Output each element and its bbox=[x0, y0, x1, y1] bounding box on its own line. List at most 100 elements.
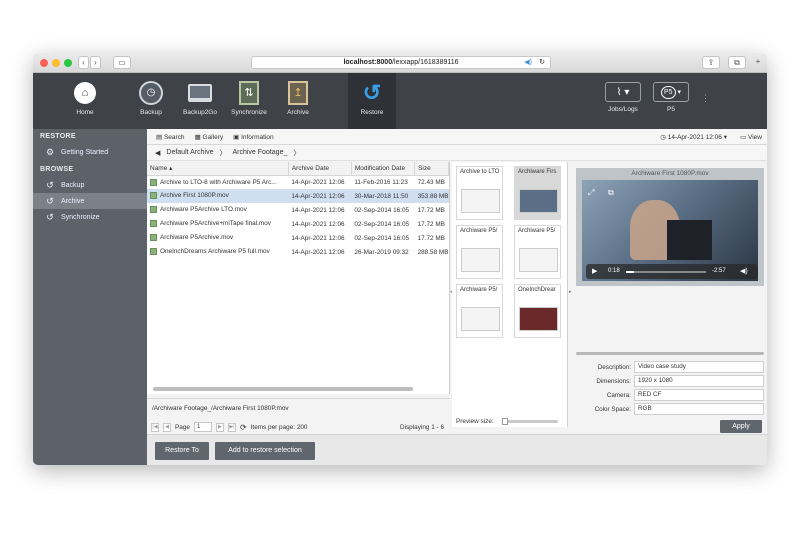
minimize-window-button[interactable] bbox=[52, 59, 60, 67]
info-icon: ▣ bbox=[233, 133, 242, 141]
column-header-archive-date[interactable]: Archive Date bbox=[288, 162, 352, 176]
video-progress-fill bbox=[626, 271, 634, 273]
fullscreen-icon[interactable]: ⤢ bbox=[588, 188, 594, 198]
gallery-thumb[interactable]: Archive to LTO bbox=[456, 166, 503, 220]
pip-icon[interactable]: ⧉ bbox=[608, 188, 614, 198]
table-row[interactable]: Archive First 1080P.mov 14-Apr-2021 12:0… bbox=[147, 189, 449, 203]
restore-small-icon: ↺ bbox=[46, 195, 54, 206]
sidebar-heading-browse: BROWSE bbox=[40, 166, 74, 173]
search-icon: ▤ bbox=[156, 133, 164, 141]
sidebar-toggle-icon[interactable]: ▭ bbox=[113, 56, 131, 69]
zoom-window-button[interactable] bbox=[64, 59, 72, 67]
sidebar-item-archive[interactable]: ↺ Archive bbox=[33, 193, 147, 209]
sidebar-item-backup[interactable]: ↺ Backup bbox=[33, 177, 147, 193]
synchronize-tool[interactable]: ⇅ Synchronize bbox=[227, 73, 271, 129]
table-row[interactable]: Archiware P5Archive.mov 14-Apr-2021 12:0… bbox=[147, 231, 449, 245]
back-icon[interactable]: ‹ bbox=[78, 56, 89, 69]
table-row[interactable]: Archive to LTO-8 with Archiware P5 Arc..… bbox=[147, 175, 449, 189]
video-progress-bar[interactable] bbox=[626, 271, 706, 273]
browser-titlebar: ‹ › ▭ localhost:8000/lexxapp/1618389116 … bbox=[33, 53, 767, 73]
property-row: Dimensions: 1920 x 1080 bbox=[576, 374, 764, 388]
date-selector[interactable]: ◷ 14-Apr-2021 12:06 ▾ bbox=[660, 133, 727, 141]
pager: |◀ ◀ Page 1 ▶ ▶| ⟳ Items per page: 200 D… bbox=[147, 419, 450, 435]
table-row[interactable]: Archiware P5Archive LTO.mov 14-Apr-2021 … bbox=[147, 203, 449, 217]
breadcrumb-folder[interactable]: Archive Footage_ bbox=[232, 149, 287, 156]
dimensions-field[interactable]: 1920 x 1080 bbox=[634, 375, 764, 387]
gallery-thumb[interactable]: Archiware Firs bbox=[514, 166, 561, 220]
horizontal-scrollbar[interactable] bbox=[153, 387, 413, 391]
volume-icon[interactable]: ◀) bbox=[740, 267, 748, 275]
sidebar-item-synchronize[interactable]: ↺ Synchronize bbox=[33, 209, 147, 225]
file-table: Name ▴ Archive Date Modification Date Si… bbox=[147, 162, 449, 259]
breadcrumb-back-icon[interactable]: ◀ bbox=[155, 149, 160, 157]
archive-tool[interactable]: ↥ Archive bbox=[276, 73, 320, 129]
reload-icon[interactable]: ↻ bbox=[539, 57, 545, 68]
laptop-icon bbox=[188, 81, 212, 105]
view-icon: ▭ bbox=[740, 133, 749, 141]
home-tool[interactable]: ⌂ Home bbox=[63, 73, 107, 129]
file-icon bbox=[150, 192, 157, 200]
search-button[interactable]: ▤ Search bbox=[156, 133, 185, 141]
preview-splitter[interactable] bbox=[576, 352, 764, 355]
apply-button[interactable]: Apply bbox=[720, 420, 762, 433]
column-header-size[interactable]: Size bbox=[414, 162, 449, 176]
selected-path: /Archiware Footage_/Archiware First 1080… bbox=[147, 398, 450, 419]
description-field[interactable]: Video case study bbox=[634, 361, 764, 373]
gallery-thumb[interactable]: Archiware P5/ bbox=[456, 284, 503, 338]
thumb-image bbox=[461, 248, 500, 272]
color-space-field[interactable]: RGB bbox=[634, 403, 764, 415]
jobs-logs-tool[interactable]: ⌇ ▾ Jobs/Logs bbox=[603, 73, 643, 129]
sub-toolbar: ▤ Search ▦ Gallery ▣ Information ◷ 14-Ap… bbox=[147, 129, 767, 145]
video-player[interactable]: Archiware First 1080P.mov ⤢ ⧉ ▶ 0:18 -2:… bbox=[576, 168, 764, 286]
first-page-icon[interactable]: |◀ bbox=[151, 422, 159, 432]
column-header-name[interactable]: Name ▴ bbox=[147, 162, 289, 176]
last-page-icon[interactable]: ▶| bbox=[227, 422, 236, 432]
sidebar-item-getting-started[interactable]: ⚙ Getting Started bbox=[33, 144, 147, 160]
preview-size-slider[interactable] bbox=[502, 418, 558, 425]
sort-asc-icon: ▴ bbox=[169, 165, 173, 173]
forward-icon[interactable]: › bbox=[90, 56, 101, 69]
thumb-image bbox=[519, 248, 558, 272]
bottom-action-bar: Restore To Add to restore selection bbox=[147, 434, 767, 465]
file-icon bbox=[150, 178, 157, 186]
file-list: Name ▴ Archive Date Modification Date Si… bbox=[147, 162, 450, 394]
gallery-thumb[interactable]: Archiware P5/ bbox=[456, 225, 503, 279]
file-icon bbox=[150, 248, 157, 256]
share-icon[interactable]: ⇪ bbox=[702, 56, 720, 69]
camera-field[interactable]: RED CF bbox=[634, 389, 764, 401]
next-page-icon[interactable]: ▶ bbox=[215, 422, 224, 432]
add-to-restore-selection-button[interactable]: Add to restore selection bbox=[215, 442, 315, 460]
property-row: Description: Video case study bbox=[576, 360, 764, 374]
column-header-modification-date[interactable]: Modification Date bbox=[351, 162, 416, 176]
gallery-thumb[interactable]: Archiware P5/ bbox=[514, 225, 561, 279]
new-tab-icon[interactable]: + bbox=[751, 56, 765, 69]
page-input[interactable]: 1 bbox=[193, 422, 212, 432]
address-bar[interactable]: localhost:8000/lexxapp/1618389116 ◀) ↻ bbox=[251, 56, 551, 69]
tabs-icon[interactable]: ⧉ bbox=[728, 56, 746, 69]
information-button[interactable]: ▣ Information bbox=[233, 133, 273, 141]
table-row[interactable]: Archiware P5Archive+miTape final.mov 14-… bbox=[147, 217, 449, 231]
speaker-icon[interactable]: ◀) bbox=[524, 57, 532, 68]
breadcrumb-root[interactable]: Default Archive bbox=[166, 149, 213, 156]
more-icon[interactable]: ⋮ bbox=[701, 93, 710, 104]
gallery-thumb[interactable]: OneInchDrear bbox=[514, 284, 561, 338]
p5-tool[interactable]: P5 ▾ P5 bbox=[651, 73, 691, 129]
play-icon[interactable]: ▶ bbox=[592, 267, 597, 275]
backup2go-tool[interactable]: Backup2Go bbox=[178, 73, 222, 129]
refresh-icon[interactable]: ⟳ bbox=[240, 423, 247, 432]
restore-small-icon: ↺ bbox=[46, 179, 54, 190]
collapse-right-icon[interactable]: ▸ bbox=[569, 289, 572, 295]
slider-handle[interactable] bbox=[502, 418, 508, 425]
close-window-button[interactable] bbox=[40, 59, 48, 67]
table-row[interactable]: OneInchDreams Archiware P5 full.mov 14-A… bbox=[147, 245, 449, 259]
restore-tool[interactable]: ↺ Restore bbox=[348, 73, 396, 129]
gallery-button[interactable]: ▦ Gallery bbox=[195, 133, 224, 141]
prev-page-icon[interactable]: ◀ bbox=[163, 422, 171, 432]
view-button[interactable]: ▭ View bbox=[740, 133, 762, 141]
restore-to-button[interactable]: Restore To bbox=[155, 442, 209, 460]
browser-window: ‹ › ▭ localhost:8000/lexxapp/1618389116 … bbox=[33, 53, 767, 465]
main-toolbar: ⌂ Home ◷ Backup Backup2Go ⇅ Synchronize … bbox=[33, 73, 767, 129]
home-icon: ⌂ bbox=[73, 81, 97, 105]
backup-tool[interactable]: ◷ Backup bbox=[129, 73, 173, 129]
property-row: Camera: RED CF bbox=[576, 388, 764, 402]
